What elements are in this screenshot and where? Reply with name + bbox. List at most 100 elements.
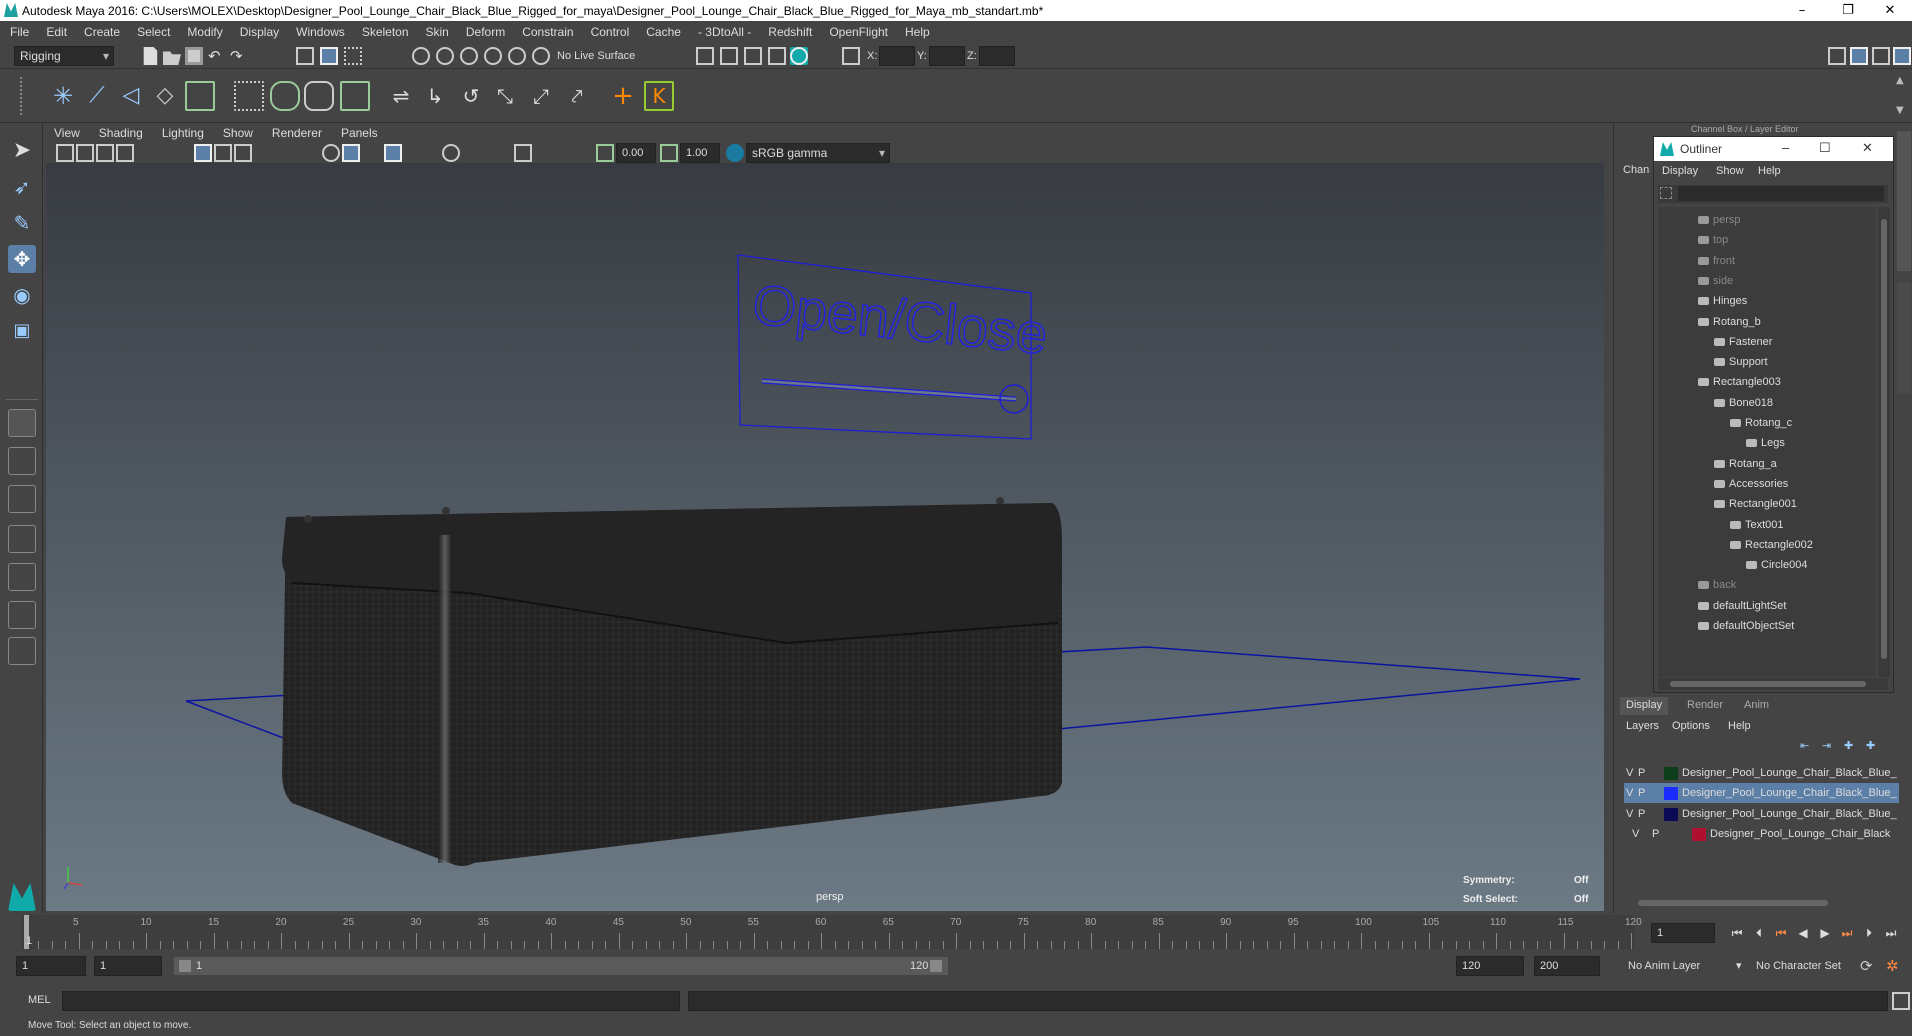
- parent-constraint-icon[interactable]: ⇌: [386, 81, 416, 111]
- layer-tab-anim[interactable]: Anim: [1744, 699, 1769, 711]
- gamma-field[interactable]: 1.00: [680, 143, 720, 163]
- step-back-key-icon[interactable]: ⏮: [1772, 924, 1790, 942]
- bookmark-icon[interactable]: [96, 144, 114, 162]
- layout-options-icon[interactable]: [8, 637, 36, 665]
- orient-constraint-icon[interactable]: ↺: [456, 81, 486, 111]
- outliner-item[interactable]: Rectangle001: [1658, 495, 1876, 515]
- script-editor-icon[interactable]: [1892, 992, 1910, 1010]
- select-tool-icon[interactable]: ➤: [8, 137, 36, 165]
- outliner-item[interactable]: Accessories: [1658, 475, 1876, 495]
- outliner-item[interactable]: persp: [1658, 211, 1876, 231]
- panel-menu-shading[interactable]: Shading: [99, 126, 143, 140]
- rotate-tool-icon[interactable]: ◉: [8, 281, 36, 309]
- isolate-select-icon[interactable]: [514, 144, 532, 162]
- render-frame-icon[interactable]: [720, 47, 738, 65]
- shelf-scroll-up[interactable]: ▲: [1896, 75, 1904, 86]
- play-forward-icon[interactable]: ▶: [1816, 924, 1834, 942]
- shelf-scroll-down[interactable]: ▼: [1896, 105, 1904, 116]
- ik-handle-icon[interactable]: ⟋: [82, 81, 112, 111]
- current-frame-field[interactable]: 1: [1651, 923, 1715, 943]
- scale-tool-icon[interactable]: ▣: [8, 317, 36, 345]
- anim-start-field[interactable]: 1: [16, 956, 86, 976]
- grid-icon[interactable]: [194, 144, 212, 162]
- layer-hscroll-thumb[interactable]: [1638, 900, 1828, 906]
- menu-3dtoall[interactable]: - 3DtoAll -: [698, 25, 751, 39]
- menu-windows[interactable]: Windows: [296, 25, 345, 39]
- layer-visibility-toggle[interactable]: V: [1626, 787, 1633, 799]
- range-bar[interactable]: 1 120: [174, 957, 948, 975]
- point-constraint-icon[interactable]: ↳: [420, 81, 450, 111]
- menu-control[interactable]: Control: [591, 25, 630, 39]
- move-tool-icon[interactable]: ✥: [8, 245, 36, 273]
- persp-outliner-layout-icon[interactable]: [8, 485, 36, 513]
- menu-openflight[interactable]: OpenFlight: [829, 25, 888, 39]
- new-layer-selected-icon[interactable]: ✚: [1866, 739, 1884, 757]
- joint-tool-icon[interactable]: ✳: [48, 81, 78, 111]
- animation-preferences-icon[interactable]: ✲: [1886, 957, 1904, 975]
- range-start-handle[interactable]: [179, 960, 191, 972]
- outliner-titlebar[interactable]: Outliner – ☐ ✕: [1654, 137, 1893, 161]
- layer-menu-layers[interactable]: Layers: [1626, 720, 1659, 732]
- wireframe-icon[interactable]: [322, 144, 340, 162]
- resolution-gate-icon[interactable]: [234, 144, 252, 162]
- xray-icon[interactable]: [384, 144, 402, 162]
- new-scene-icon[interactable]: [141, 47, 159, 65]
- outliner-menu-display[interactable]: Display: [1662, 165, 1698, 177]
- outliner-close-button[interactable]: ✕: [1862, 140, 1873, 156]
- layer-row[interactable]: V P Designer_Pool_Lounge_Chair_Black_Blue_: [1624, 783, 1899, 804]
- menu-deform[interactable]: Deform: [466, 25, 505, 39]
- live-surface-icon[interactable]: [532, 47, 550, 65]
- outliner-vscrollbar[interactable]: [1878, 207, 1890, 677]
- command-input[interactable]: [62, 991, 680, 1011]
- x-field[interactable]: [879, 46, 915, 66]
- panel-menu-renderer[interactable]: Renderer: [272, 126, 322, 140]
- layer-row[interactable]: V P Designer_Pool_Lounge_Chair_Black_Blue_: [1624, 763, 1899, 783]
- side-tab-channel-box[interactable]: [1897, 131, 1911, 271]
- layer-playback-toggle[interactable]: P: [1638, 787, 1645, 799]
- bind-skin-icon[interactable]: [234, 81, 264, 111]
- y-field[interactable]: [929, 46, 965, 66]
- outliner-layout-icon[interactable]: [8, 601, 36, 629]
- channel-box-toggle-icon[interactable]: [1850, 47, 1868, 65]
- outliner-item[interactable]: Fastener: [1658, 333, 1876, 353]
- outliner-vscroll-thumb[interactable]: [1881, 219, 1887, 659]
- outliner-hscroll-thumb[interactable]: [1670, 681, 1866, 687]
- channel-box-tab[interactable]: Chan: [1623, 164, 1649, 176]
- live-surface-label[interactable]: No Live Surface: [557, 50, 635, 62]
- filter-icon[interactable]: [1660, 187, 1672, 199]
- panel-menu-panels[interactable]: Panels: [341, 126, 378, 140]
- outliner-item[interactable]: Text001: [1658, 516, 1876, 536]
- outliner-item[interactable]: Rectangle002: [1658, 536, 1876, 556]
- outliner-hscrollbar[interactable]: [1658, 678, 1888, 690]
- paint-select-tool-icon[interactable]: ✎: [8, 209, 36, 237]
- outliner-item[interactable]: Rectangle003: [1658, 373, 1876, 393]
- render-history-icon[interactable]: [696, 47, 714, 65]
- go-to-start-icon[interactable]: ⏮: [1728, 924, 1746, 942]
- viewport-persp[interactable]: Open/Close persp Symmetry: Off Soft Sele…: [46, 163, 1604, 911]
- outliner-item[interactable]: side: [1658, 272, 1876, 292]
- exposure-field[interactable]: 0.00: [616, 143, 656, 163]
- move-layer-up-icon[interactable]: ⇤: [1800, 739, 1818, 757]
- image-plane-icon[interactable]: [116, 144, 134, 162]
- menu-skin[interactable]: Skin: [426, 25, 449, 39]
- ik-fk-switch-icon[interactable]: K: [644, 81, 674, 111]
- panel-menu-view[interactable]: View: [54, 126, 80, 140]
- tool-settings-toggle-icon[interactable]: [1872, 47, 1890, 65]
- exposure-icon[interactable]: [596, 144, 614, 162]
- transform-coords-icon[interactable]: [842, 47, 860, 65]
- outliner-item[interactable]: Rotang_c: [1658, 414, 1876, 434]
- menu-skeleton[interactable]: Skeleton: [362, 25, 409, 39]
- outliner-item[interactable]: Hinges: [1658, 292, 1876, 312]
- render-settings-icon[interactable]: [768, 47, 786, 65]
- snap-grid-icon[interactable]: [412, 47, 430, 65]
- time-ruler[interactable]: 5 10 15 20 25 30 35 40 45 50 55 60 65 70 75 80 85 90 95 100…: [22, 915, 1642, 949]
- layer-tab-display[interactable]: Display: [1620, 697, 1668, 715]
- attribute-editor-toggle-icon[interactable]: [1893, 47, 1911, 65]
- outliner-item[interactable]: top: [1658, 231, 1876, 251]
- menu-cache[interactable]: Cache: [646, 25, 681, 39]
- hypershade-layout-icon[interactable]: [8, 563, 36, 591]
- menu-edit[interactable]: Edit: [46, 25, 67, 39]
- search-input[interactable]: [1678, 186, 1884, 201]
- shelf-handle[interactable]: [20, 77, 28, 115]
- outliner-item[interactable]: front: [1658, 252, 1876, 272]
